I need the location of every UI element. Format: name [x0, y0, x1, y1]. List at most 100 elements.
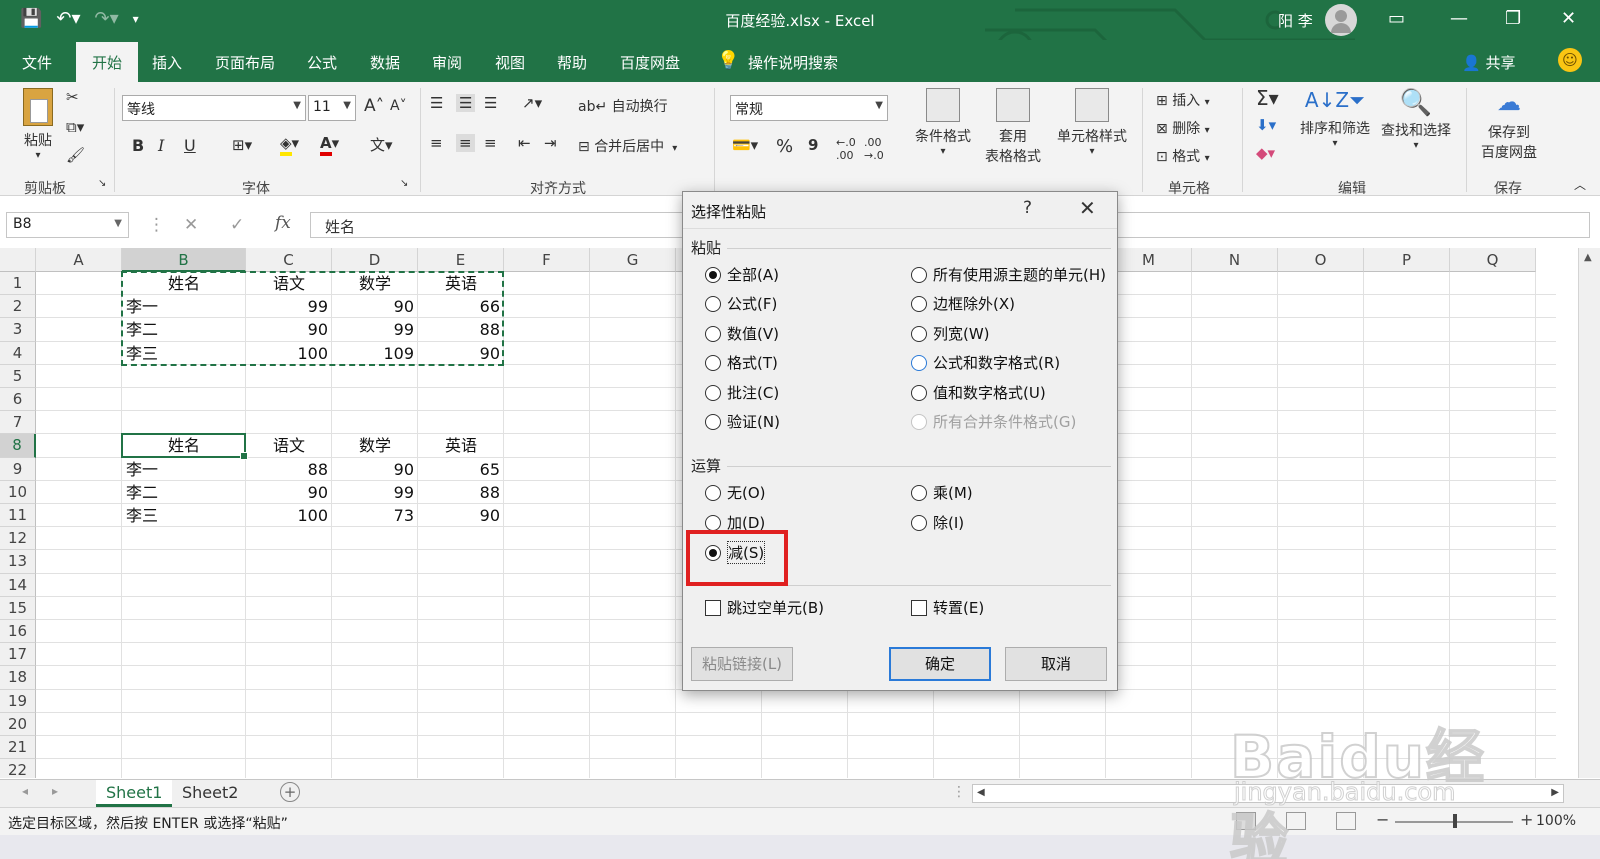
sheet-tab-sheet2[interactable]: Sheet2 [172, 780, 248, 807]
tab-page-layout[interactable]: 页面布局 [215, 52, 275, 73]
select-all-corner[interactable] [0, 248, 36, 272]
row-header[interactable]: 3 [0, 318, 36, 342]
bold-button[interactable]: B [132, 136, 144, 155]
zoom-level[interactable]: 100% [1536, 813, 1576, 829]
row-header[interactable]: 19 [0, 689, 36, 713]
column-header[interactable]: P [1364, 248, 1450, 272]
row-header[interactable]: 9 [0, 457, 36, 481]
table-cell[interactable]: 90 [250, 482, 328, 503]
tab-data[interactable]: 数据 [370, 52, 400, 73]
collapse-ribbon-icon[interactable]: ︿ [1574, 176, 1586, 193]
currency-icon[interactable]: 💳▾ [732, 136, 758, 154]
top-align-icon[interactable]: ☰ [430, 94, 443, 112]
sheet-tab-sheet1[interactable]: Sheet1 [96, 780, 173, 807]
minimize-icon[interactable]: — [1450, 8, 1468, 29]
sort-filter-button[interactable]: A↓Z⏷ 排序和筛选 ▾ [1296, 88, 1374, 149]
font-color-icon[interactable]: A▾ [320, 134, 339, 156]
paste-option-radio[interactable]: 批注(C) [705, 382, 779, 403]
next-sheet-icon[interactable]: ▸ [52, 784, 58, 798]
format-cells-button[interactable]: ⊡ 格式 ▾ [1156, 146, 1210, 166]
cell-styles-button[interactable]: 单元格样式 ▾ [1050, 88, 1134, 157]
autosum-icon[interactable]: Σ▾ [1256, 86, 1279, 110]
row-header[interactable]: 13 [0, 550, 36, 574]
save-to-netdisk-button[interactable]: ☁ 保存到 百度网盘 [1474, 88, 1544, 162]
align-left-icon[interactable]: ≡ [430, 134, 443, 152]
help-icon[interactable]: ? [1023, 198, 1032, 218]
borders-icon[interactable]: ⊞▾ [232, 136, 252, 154]
column-header[interactable]: F [504, 248, 590, 272]
column-header[interactable]: O [1278, 248, 1364, 272]
skip-blanks-checkbox[interactable]: 跳过空单元(B) [705, 597, 824, 618]
number-format-combo[interactable]: 常规 ▼ [730, 95, 888, 121]
find-select-button[interactable]: 🔍 查找和选择 ▾ [1376, 88, 1456, 151]
paste-link-button[interactable]: 粘贴链接(L) [691, 647, 793, 681]
bottom-align-icon[interactable]: ☰ [484, 94, 497, 112]
smiley-feedback-icon[interactable]: ☺ [1558, 48, 1582, 72]
increase-font-icon[interactable]: A˄ [364, 96, 384, 116]
paste-option-radio[interactable]: 全部(A) [705, 264, 779, 285]
tab-file[interactable]: 文件 [22, 52, 52, 73]
prev-sheet-icon[interactable]: ◂ [22, 784, 28, 798]
close-window-icon[interactable]: ✕ [1561, 8, 1576, 29]
table-cell[interactable]: 65 [422, 459, 500, 480]
column-header[interactable]: Q [1450, 248, 1536, 272]
font-size-combo[interactable]: 11 ▼ [308, 95, 356, 121]
row-header[interactable]: 7 [0, 411, 36, 435]
column-header[interactable]: M [1106, 248, 1192, 272]
row-header[interactable]: 4 [0, 341, 36, 365]
row-header[interactable]: 16 [0, 620, 36, 644]
tab-view[interactable]: 视图 [495, 52, 525, 73]
merge-center-button[interactable]: ⊟ 合并后居中 ▾ [578, 136, 677, 156]
table-cell[interactable]: 李一 [126, 459, 242, 480]
column-header[interactable]: D [332, 248, 418, 272]
column-header[interactable]: G [590, 248, 676, 272]
ok-button[interactable]: 确定 [889, 647, 991, 681]
row-header[interactable]: 21 [0, 736, 36, 760]
dialog-launcher-icon[interactable]: ↘ [98, 178, 106, 189]
comma-button[interactable]: 9 [808, 136, 818, 154]
tab-help[interactable]: 帮助 [557, 52, 587, 73]
lightbulb-icon[interactable]: 💡 [717, 50, 739, 71]
row-header[interactable]: 6 [0, 388, 36, 412]
orientation-icon[interactable]: ↗▾ [522, 94, 542, 112]
table-cell[interactable]: 李三 [126, 505, 242, 526]
cut-icon[interactable]: ✂ [66, 88, 79, 106]
paste-option-radio[interactable]: 数值(V) [705, 323, 779, 344]
paste-option-radio[interactable]: 公式(F) [705, 293, 777, 314]
paste-option-radio[interactable]: 格式(T) [705, 352, 778, 373]
scroll-right-icon[interactable]: ▶ [1551, 787, 1559, 798]
operation-option-radio[interactable]: 除(I) [911, 512, 964, 533]
row-header[interactable]: 2 [0, 295, 36, 319]
cancel-formula-icon[interactable]: ✕ [184, 215, 198, 235]
row-header[interactable]: 18 [0, 666, 36, 690]
font-name-combo[interactable]: 等线 ▼ [122, 95, 306, 121]
paste-option-radio[interactable]: 验证(N) [705, 411, 780, 432]
table-cell[interactable]: 88 [250, 459, 328, 480]
tab-baidu-netdisk[interactable]: 百度网盘 [620, 52, 680, 73]
split-handle-icon[interactable]: ⋮ [952, 784, 966, 800]
tab-review[interactable]: 审阅 [432, 52, 462, 73]
table-header-cell[interactable]: 英语 [422, 435, 500, 456]
align-center-icon[interactable]: ≡ [456, 134, 475, 152]
close-icon[interactable]: ✕ [1079, 196, 1096, 220]
table-cell[interactable]: 100 [250, 505, 328, 526]
delete-cells-button[interactable]: ⊠ 删除 ▾ [1156, 118, 1210, 138]
copy-icon[interactable]: ⧉▾ [66, 118, 84, 136]
tab-formulas[interactable]: 公式 [307, 52, 337, 73]
decrease-indent-icon[interactable]: ⇤ [518, 134, 531, 152]
table-cell[interactable]: 73 [336, 505, 414, 526]
paste-option-radio[interactable]: 列宽(W) [911, 323, 990, 344]
enter-formula-icon[interactable]: ✓ [230, 215, 244, 235]
scroll-left-icon[interactable]: ◀ [977, 787, 985, 798]
fill-down-icon[interactable]: ⬇▾ [1256, 116, 1276, 134]
zoom-in-icon[interactable]: + [1520, 810, 1533, 829]
row-header[interactable]: 15 [0, 596, 36, 620]
table-cell[interactable]: 88 [422, 482, 500, 503]
add-sheet-icon[interactable]: + [280, 782, 300, 802]
decrease-font-icon[interactable]: A˅ [390, 98, 407, 114]
column-header[interactable]: A [36, 248, 122, 272]
ribbon-display-icon[interactable]: ▭ [1388, 8, 1405, 29]
table-cell[interactable]: 90 [336, 459, 414, 480]
paste-option-radio[interactable]: 值和数字格式(U) [911, 382, 1046, 403]
transpose-checkbox[interactable]: 转置(E) [911, 597, 984, 618]
